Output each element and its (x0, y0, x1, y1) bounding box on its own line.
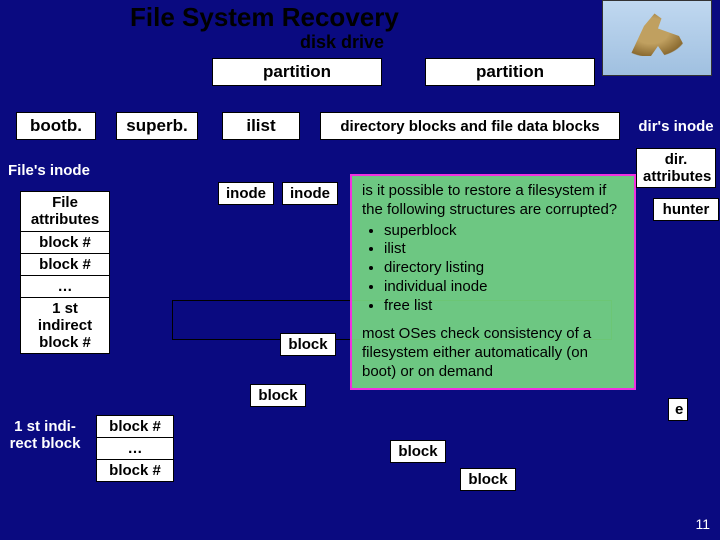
callout-item-2: ilist (384, 240, 624, 259)
callout-overlay: is it possible to restore a filesystem i… (350, 174, 636, 390)
callout-list: superblock ilist directory listing indiv… (362, 222, 624, 316)
callout-item-4: individual inode (384, 278, 624, 297)
dinosaur-image (602, 0, 712, 76)
file-first-indirect: 1 st indirect block # (20, 297, 110, 355)
superb-box: superb. (116, 112, 198, 140)
indirect-block-column: block # … block # (96, 416, 174, 482)
file-attributes-cell: File attributes (20, 191, 110, 232)
file-block-2: block # (20, 253, 110, 276)
bootb-box: bootb. (16, 112, 96, 140)
block-box-4: block (460, 468, 516, 491)
subtitle-disk-drive: disk drive (300, 32, 384, 53)
partition-box-1: partition (212, 58, 382, 86)
callout-answer: most OSes check consistency of a filesys… (362, 325, 624, 381)
block-box-1: block (280, 333, 336, 356)
file-inode-column: File attributes block # block # … 1 st i… (20, 192, 110, 354)
callout-item-3: directory listing (384, 259, 624, 278)
file-block-1: block # (20, 231, 110, 254)
slide-number: 11 (695, 516, 710, 532)
e-box: e (668, 398, 688, 421)
page-title: File System Recovery (130, 2, 399, 33)
callout-item-5: free list (384, 297, 624, 316)
ind-block-1: block # (96, 415, 174, 438)
block-box-2: block (250, 384, 306, 407)
callout-question: is it possible to restore a filesystem i… (362, 182, 624, 220)
files-inode-label: File's inode (8, 162, 90, 179)
inode-cell-2: inode (282, 182, 338, 205)
dirs-inode-label: dir's inode (632, 118, 720, 135)
partition-box-2: partition (425, 58, 595, 86)
hunter-box: hunter (653, 198, 719, 221)
ilist-box: ilist (222, 112, 300, 140)
block-box-3: block (390, 440, 446, 463)
first-indirect-label: 1 st indi- rect block (0, 418, 90, 452)
dir-data-box: directory blocks and file data blocks (320, 112, 620, 140)
callout-item-1: superblock (384, 222, 624, 241)
ind-dots: … (96, 437, 174, 460)
inode-cell-1: inode (218, 182, 274, 205)
dir-attributes-box: dir. attributes (636, 148, 716, 188)
ind-block-2: block # (96, 459, 174, 482)
file-dots: … (20, 275, 110, 298)
